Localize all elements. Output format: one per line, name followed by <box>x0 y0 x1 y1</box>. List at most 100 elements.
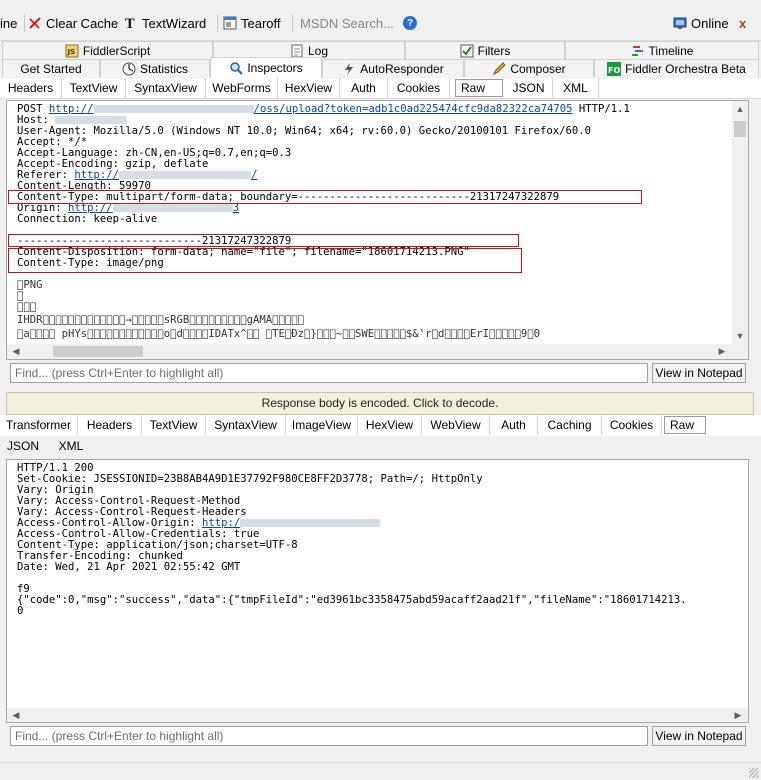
scroll-left-arrow-icon[interactable]: ◀ <box>9 708 23 722</box>
scroll-right-arrow-icon[interactable]: ▶ <box>715 344 729 358</box>
resp-tab-webview[interactable]: WebView <box>422 415 490 435</box>
req-tab-json[interactable]: JSON <box>505 78 553 98</box>
request-url[interactable]: http:// /oss/upload?token=adb1c0ad225474c… <box>49 103 573 115</box>
tab-label: Caching <box>547 418 592 432</box>
online-label: Online <box>691 15 729 31</box>
clear-cache-label: Clear Cache <box>46 15 119 31</box>
resize-grip-icon[interactable] <box>749 768 759 778</box>
timeline-icon <box>631 45 643 56</box>
resp-tab-json[interactable]: JSON <box>0 436 46 456</box>
online-icon <box>673 17 687 29</box>
response-inspector-tabs: Transformer Headers TextView SyntaxView … <box>0 415 761 437</box>
tab-label: Log <box>307 43 329 58</box>
tab-label: Raw <box>461 81 486 95</box>
tab-label: Get Started <box>20 61 82 76</box>
req-tab-hexview[interactable]: HexView <box>278 78 340 98</box>
tab-label: HexView <box>284 81 333 95</box>
url-suffix: /oss/upload?token=adb1c0ad225474cfc9da82… <box>253 103 573 115</box>
line-label: ine <box>0 15 18 31</box>
scroll-up-arrow-icon[interactable]: ▲ <box>733 102 747 116</box>
tab-label: Composer <box>510 61 566 76</box>
button-label: View in Notepad <box>655 366 743 380</box>
scroll-thumb[interactable] <box>734 121 746 137</box>
highlight-boundary <box>8 234 519 247</box>
tearoff-icon <box>223 16 237 30</box>
request-raw-pane[interactable]: POST http:///oss/upload?token=adb1c0ad22… <box>6 100 749 360</box>
tab-label: Transformer <box>6 418 71 432</box>
resp-tab-syntaxview[interactable]: SyntaxView <box>206 415 286 435</box>
resp-tab-auth[interactable]: Auth <box>490 415 538 435</box>
req-tab-auth[interactable]: Auth <box>340 78 388 98</box>
req-tab-webforms[interactable]: WebForms <box>206 78 278 98</box>
banner-text: Response body is encoded. Click to decod… <box>261 396 499 410</box>
resp-tab-transformer[interactable]: Transformer <box>0 415 78 435</box>
line-button[interactable]: ine <box>0 14 17 32</box>
binary-line:     <box>17 301 37 313</box>
tab-composer[interactable]: Composer <box>464 59 594 77</box>
resp-tab-cookies[interactable]: Cookies <box>602 415 662 435</box>
tab-fiddlerscript[interactable]: JS FiddlerScript <box>2 41 213 59</box>
msdn-search-input[interactable]: MSDN Search... <box>296 13 396 33</box>
req-tab-textview[interactable]: TextView <box>62 78 126 98</box>
response-encoded-banner[interactable]: Response body is encoded. Click to decod… <box>6 392 754 415</box>
fiddler-orchestra-icon: FO <box>607 61 622 76</box>
tab-inspectors[interactable]: Inspectors <box>210 57 322 78</box>
scroll-left-arrow-icon[interactable]: ◀ <box>9 344 23 358</box>
req-tab-xml[interactable]: XML <box>553 78 599 98</box>
svg-text:FO: FO <box>608 66 620 75</box>
tab-label: AutoResponder <box>360 61 444 76</box>
response-find-input[interactable]: Find... (press Ctrl+Enter to highlight a… <box>10 726 648 746</box>
resp-tab-imageview[interactable]: ImageView <box>286 415 358 435</box>
url-prefix: http:// <box>48 103 94 115</box>
scroll-down-arrow-icon[interactable]: ▼ <box>733 329 747 343</box>
resp-tab-raw[interactable]: Raw <box>664 416 706 434</box>
req-tab-headers[interactable]: Headers <box>0 78 62 98</box>
tearoff-button[interactable]: Tearoff <box>223 14 281 32</box>
request-view-in-notepad-button[interactable]: View in Notepad <box>652 363 746 383</box>
tab-label: Timeline <box>648 43 694 58</box>
req-tab-syntaxview[interactable]: SyntaxView <box>126 78 206 98</box>
close-button[interactable]: x <box>739 14 746 32</box>
tab-label: Auth <box>351 81 376 95</box>
date-header: Date: Wed, 21 Apr 2021 02:55:42 GMT <box>17 561 241 573</box>
tab-filters[interactable]: Filters <box>405 41 565 59</box>
online-button[interactable]: Online <box>673 14 729 32</box>
scroll-right-arrow-icon[interactable]: ▶ <box>731 708 745 722</box>
clear-cache-icon <box>29 17 41 29</box>
tab-label: JSON <box>6 439 39 453</box>
resp-tab-textview[interactable]: TextView <box>142 415 206 435</box>
resp-tab-headers[interactable]: Headers <box>78 415 142 435</box>
tab-label: TextView <box>69 81 118 95</box>
resp-tab-hexview[interactable]: HexView <box>358 415 422 435</box>
redacted-host <box>119 171 252 179</box>
help-button[interactable]: ? <box>403 14 417 32</box>
response-raw-pane[interactable]: HTTP/1.1 200 Set-Cookie: JSESSIONID=23B8… <box>6 459 749 723</box>
resp-tab-xml[interactable]: XML <box>50 436 92 456</box>
tab-autoresponder[interactable]: AutoResponder <box>322 59 464 77</box>
request-horizontal-scrollbar[interactable]: ◀ ▶ <box>7 344 748 359</box>
request-find-input[interactable]: Find... (press Ctrl+Enter to highlight a… <box>10 363 648 383</box>
svg-text:JS: JS <box>66 48 75 56</box>
req-tab-raw[interactable]: Raw <box>455 79 503 97</box>
response-horizontal-scrollbar[interactable]: ◀ ▶ <box>7 708 748 722</box>
req-tab-cookies[interactable]: Cookies <box>388 78 450 98</box>
fiddlerscript-icon: JS <box>65 44 79 57</box>
textwizard-button[interactable]: T TextWizard <box>124 14 206 32</box>
button-label: View in Notepad <box>655 729 743 743</box>
request-vertical-scrollbar[interactable]: ▲ ▼ <box>732 101 748 344</box>
clear-cache-button[interactable]: Clear Cache <box>28 14 118 32</box>
chunk-end: 0 <box>17 605 24 617</box>
tab-fiddler-orchestra[interactable]: FO Fiddler Orchestra Beta <box>594 59 759 77</box>
tab-timeline[interactable]: Timeline <box>565 41 759 59</box>
response-view-in-notepad-button[interactable]: View in Notepad <box>652 726 746 746</box>
tab-label: Statistics <box>139 61 188 76</box>
textwizard-icon: T <box>125 17 135 30</box>
tab-label: JSON <box>512 81 545 95</box>
tab-get-started[interactable]: Get Started <box>2 59 100 77</box>
tab-label: WebForms <box>212 81 271 95</box>
request-protocol: HTTP/1.1 <box>578 103 630 115</box>
response-inspector-tabs-row2: JSON XML <box>0 436 761 457</box>
resp-tab-caching[interactable]: Caching <box>538 415 602 435</box>
scroll-thumb[interactable] <box>53 346 143 357</box>
tab-statistics[interactable]: Statistics <box>100 59 210 77</box>
